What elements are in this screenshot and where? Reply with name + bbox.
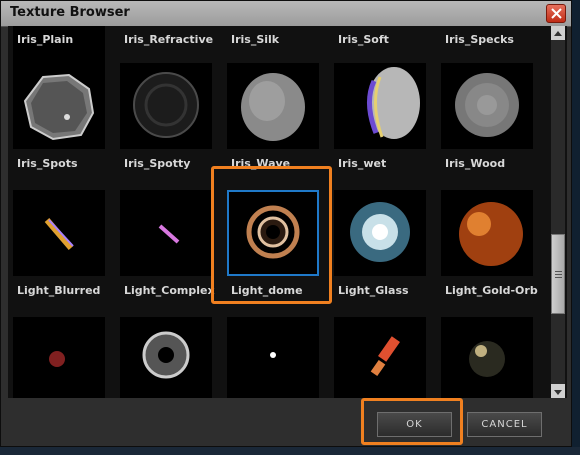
texture-thumbnail bbox=[13, 63, 105, 149]
texture-thumbnail bbox=[120, 317, 212, 398]
texture-label: Light_dome bbox=[231, 284, 303, 297]
texture-item[interactable] bbox=[8, 315, 115, 398]
texture-preview-image bbox=[246, 205, 300, 259]
texture-label: Iris_Plain bbox=[17, 33, 74, 46]
texture-item-light-dome[interactable]: Light_dome bbox=[222, 188, 329, 315]
scroll-down-icon bbox=[554, 390, 562, 395]
texture-preview-image bbox=[23, 73, 95, 141]
texture-label: Iris_Spotty bbox=[124, 157, 191, 170]
texture-preview-image bbox=[142, 331, 190, 379]
texture-item-light-glass[interactable]: Light_Glass bbox=[329, 188, 436, 315]
close-icon bbox=[551, 8, 562, 19]
texture-preview-image bbox=[455, 73, 519, 137]
texture-thumbnail bbox=[334, 63, 426, 149]
texture-label: Iris_Spots bbox=[17, 157, 78, 170]
texture-preview-image bbox=[158, 224, 180, 244]
texture-label: Light_Complex bbox=[124, 284, 215, 297]
texture-item-iris-spots[interactable]: Iris_Spots bbox=[8, 61, 115, 188]
texture-item[interactable] bbox=[222, 315, 329, 398]
texture-preview-image bbox=[459, 202, 523, 266]
window-title: Texture Browser bbox=[10, 5, 130, 20]
texture-item-iris-wood[interactable]: Iris_Wood bbox=[436, 61, 543, 188]
texture-thumbnail bbox=[120, 190, 212, 276]
texture-thumbnail bbox=[441, 190, 533, 276]
texture-label: Iris_Specks bbox=[445, 33, 514, 46]
texture-thumbnail bbox=[441, 317, 533, 398]
texture-label: Iris_Soft bbox=[338, 33, 389, 46]
desktop-background bbox=[572, 0, 580, 447]
close-button[interactable] bbox=[546, 4, 566, 23]
texture-thumbnail bbox=[334, 317, 426, 398]
texture-item-iris-wet[interactable]: Iris_wet bbox=[329, 61, 436, 188]
texture-label: Light_Gold-Orb bbox=[445, 284, 538, 297]
grip-line bbox=[555, 274, 562, 275]
vertical-scrollbar[interactable] bbox=[551, 26, 565, 398]
dialog-footer: OK CANCEL bbox=[1, 398, 571, 446]
texture-label: Iris_wet bbox=[338, 157, 387, 170]
texture-preview-image bbox=[49, 351, 65, 367]
texture-thumbnail bbox=[227, 317, 319, 398]
texture-label: Light_Glass bbox=[338, 284, 409, 297]
texture-preview-image bbox=[469, 341, 505, 377]
texture-item-light-blurred[interactable]: Light_Blurred bbox=[8, 188, 115, 315]
texture-grid: Iris_Plain Iris_Refractive Iris_Silk Iri… bbox=[8, 26, 548, 398]
texture-preview-image bbox=[44, 218, 74, 250]
texture-thumbnail bbox=[227, 190, 319, 276]
scroll-down-button[interactable] bbox=[551, 384, 565, 398]
texture-browser-window: Texture Browser Iris_Plain Iris_Refracti… bbox=[0, 0, 572, 447]
texture-item-light-complex[interactable]: Light_Complex bbox=[115, 188, 222, 315]
cancel-button[interactable]: CANCEL bbox=[467, 412, 542, 437]
scroll-up-icon bbox=[554, 31, 562, 36]
texture-thumbnail bbox=[227, 63, 319, 149]
texture-preview-image bbox=[270, 352, 276, 358]
texture-thumbnail bbox=[441, 63, 533, 149]
texture-label: Iris_Wood bbox=[445, 157, 506, 170]
texture-label: Iris_Silk bbox=[231, 33, 280, 46]
texture-thumbnail bbox=[120, 63, 212, 149]
texture-item-iris-wave[interactable]: Iris_Wave bbox=[222, 61, 329, 188]
ok-button[interactable]: OK bbox=[377, 412, 452, 437]
texture-preview-image bbox=[370, 336, 400, 377]
desktop-background bbox=[0, 447, 580, 455]
texture-item-iris-spotty[interactable]: Iris_Spotty bbox=[115, 61, 222, 188]
texture-preview-image bbox=[241, 73, 305, 141]
texture-item-light-gold-orb[interactable]: Light_Gold-Orb bbox=[436, 188, 543, 315]
texture-label: Light_Blurred bbox=[17, 284, 101, 297]
texture-preview-image bbox=[350, 202, 410, 262]
texture-item[interactable] bbox=[329, 315, 436, 398]
texture-label: Iris_Refractive bbox=[124, 33, 214, 46]
title-bar[interactable]: Texture Browser bbox=[1, 1, 571, 27]
texture-preview-image bbox=[133, 72, 199, 138]
texture-label: Iris_Wave bbox=[231, 157, 291, 170]
scroll-up-button[interactable] bbox=[551, 26, 565, 40]
texture-grid-area: Iris_Plain Iris_Refractive Iris_Silk Iri… bbox=[8, 26, 567, 398]
texture-item[interactable] bbox=[436, 315, 543, 398]
grip-line bbox=[555, 277, 562, 278]
texture-item[interactable] bbox=[115, 315, 222, 398]
texture-thumbnail bbox=[13, 317, 105, 398]
scroll-thumb[interactable] bbox=[551, 234, 565, 314]
texture-thumbnail bbox=[13, 190, 105, 276]
grip-line bbox=[555, 271, 562, 272]
texture-preview-image bbox=[367, 67, 420, 139]
texture-thumbnail bbox=[334, 190, 426, 276]
